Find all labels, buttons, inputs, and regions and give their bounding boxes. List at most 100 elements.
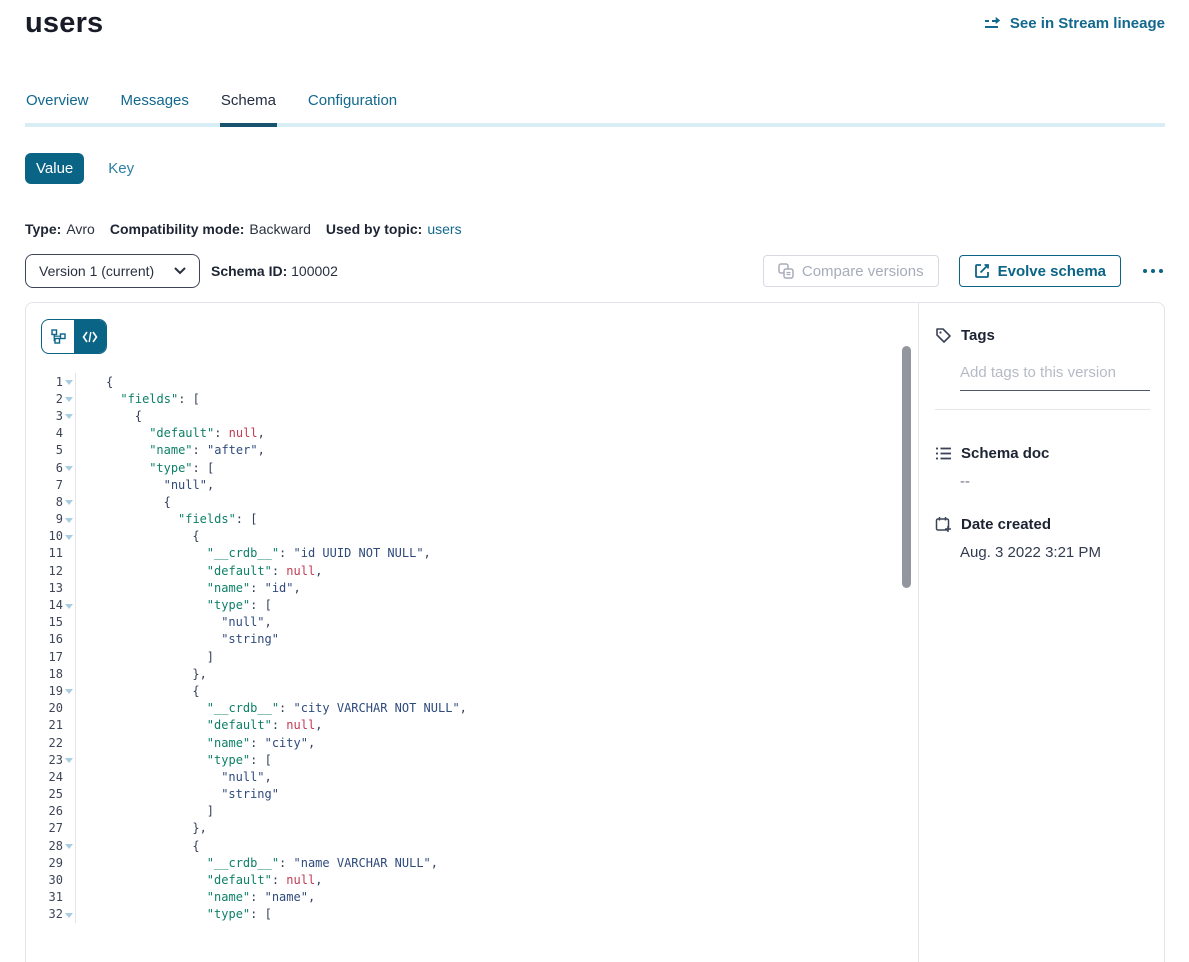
tab-schema[interactable]: Schema	[220, 88, 277, 127]
code-text: "fields": [	[76, 512, 257, 526]
code-text: {	[76, 529, 200, 543]
line-number: 1	[26, 375, 63, 389]
version-select[interactable]: Version 1 (current)	[25, 254, 200, 288]
code-text: "default": null,	[76, 718, 322, 732]
vertical-scrollbar[interactable]	[902, 346, 911, 588]
line-number: 3	[26, 409, 63, 423]
type-value: Avro	[66, 221, 95, 237]
line-number: 24	[26, 770, 63, 784]
code-line: 32"type": [	[26, 906, 918, 923]
gutter-fold-zone	[63, 854, 76, 871]
used-by-topic-label: Used by topic:	[326, 221, 422, 237]
code-line: 21"default": null,	[26, 717, 918, 734]
code-view-button[interactable]	[74, 320, 106, 353]
code-line: 5"name": "after",	[26, 442, 918, 459]
ellipsis-icon	[1151, 269, 1155, 273]
more-actions-button[interactable]	[1141, 265, 1165, 277]
tree-view-icon	[51, 329, 66, 344]
code-line: 8{	[26, 493, 918, 510]
tab-configuration[interactable]: Configuration	[307, 88, 398, 127]
line-number: 11	[26, 546, 63, 560]
code-text: ]	[76, 804, 214, 818]
page-title: users	[25, 7, 103, 40]
code-line: 6"type": [	[26, 459, 918, 476]
schema-doc-value: --	[935, 473, 1150, 490]
see-in-stream-lineage-label: See in Stream lineage	[1010, 15, 1165, 32]
fold-arrow-icon[interactable]	[65, 414, 73, 419]
code-text: "default": null,	[76, 426, 265, 440]
tag-icon	[935, 327, 952, 344]
key-toggle-link[interactable]: Key	[108, 160, 134, 177]
code-line: 12"default": null,	[26, 562, 918, 579]
line-number: 7	[26, 478, 63, 492]
schema-details-sidebar: Tags	[918, 303, 1164, 962]
gutter-fold-zone	[63, 511, 76, 528]
line-number: 22	[26, 736, 63, 750]
fold-arrow-icon[interactable]	[65, 844, 73, 849]
gutter-fold-zone	[63, 493, 76, 510]
code-text: "name": "name",	[76, 890, 315, 904]
line-number: 9	[26, 512, 63, 526]
fold-arrow-icon[interactable]	[65, 500, 73, 505]
code-line: 7 "null",	[26, 476, 918, 493]
calendar-plus-icon	[935, 516, 952, 533]
gutter-fold-zone	[63, 528, 76, 545]
code-text: "__crdb__": "id UUID NOT NULL",	[76, 546, 431, 560]
gutter-fold-zone	[63, 614, 76, 631]
code-text: "fields": [	[76, 392, 200, 406]
code-line: 28{	[26, 837, 918, 854]
schema-meta-row: Type: Avro Compatibility mode: Backward …	[25, 221, 462, 237]
schema-id-value: 100002	[291, 263, 338, 279]
code-line: 31 "name": "name",	[26, 889, 918, 906]
tab-overview[interactable]: Overview	[25, 88, 90, 127]
gutter-fold-zone	[63, 648, 76, 665]
evolve-schema-button[interactable]: Evolve schema	[959, 255, 1121, 287]
fold-arrow-icon[interactable]	[65, 758, 73, 763]
code-line: 3{	[26, 407, 918, 424]
compare-versions-icon	[778, 263, 794, 279]
code-text: {	[76, 495, 171, 509]
tags-heading: Tags	[961, 327, 995, 344]
gutter-fold-zone	[63, 476, 76, 493]
gutter-fold-zone	[63, 682, 76, 699]
line-number: 20	[26, 701, 63, 715]
type-label: Type:	[25, 221, 61, 237]
fold-arrow-icon[interactable]	[65, 518, 73, 523]
see-in-stream-lineage-link[interactable]: See in Stream lineage	[984, 15, 1165, 32]
value-toggle-button[interactable]: Value	[25, 153, 84, 184]
code-view-icon	[82, 331, 98, 343]
ellipsis-icon	[1159, 269, 1163, 273]
fold-arrow-icon[interactable]	[65, 535, 73, 540]
compare-versions-button[interactable]: Compare versions	[763, 255, 939, 287]
line-number: 31	[26, 890, 63, 904]
used-by-topic-link[interactable]: users	[427, 221, 461, 237]
schema-panel: 1{2"fields": [3{4"default": null,5"name"…	[25, 302, 1165, 962]
line-number: 17	[26, 650, 63, 664]
fold-arrow-icon[interactable]	[65, 913, 73, 918]
code-line: 16"string"	[26, 631, 918, 648]
gutter-fold-zone	[63, 407, 76, 424]
code-line: 25"string"	[26, 786, 918, 803]
gutter-fold-zone	[63, 596, 76, 613]
code-text: "null",	[76, 478, 214, 492]
fold-arrow-icon[interactable]	[65, 380, 73, 385]
add-tags-input[interactable]	[960, 364, 1150, 391]
fold-arrow-icon[interactable]	[65, 604, 73, 609]
code-text: "null",	[76, 615, 272, 629]
fold-arrow-icon[interactable]	[65, 689, 73, 694]
schema-code-editor: 1{2"fields": [3{4"default": null,5"name"…	[26, 373, 918, 962]
chevron-down-icon	[174, 267, 186, 275]
gutter-fold-zone	[63, 425, 76, 442]
code-text: },	[76, 667, 207, 681]
fold-arrow-icon[interactable]	[65, 466, 73, 471]
gutter-fold-zone	[63, 734, 76, 751]
tab-bar: Overview Messages Schema Configuration	[25, 88, 1165, 127]
tab-messages[interactable]: Messages	[120, 88, 190, 127]
gutter-fold-zone	[63, 717, 76, 734]
gutter-fold-zone	[63, 837, 76, 854]
fold-arrow-icon[interactable]	[65, 397, 73, 402]
line-number: 19	[26, 684, 63, 698]
code-text: {	[76, 409, 142, 423]
line-number: 26	[26, 804, 63, 818]
tree-view-button[interactable]	[42, 320, 74, 353]
